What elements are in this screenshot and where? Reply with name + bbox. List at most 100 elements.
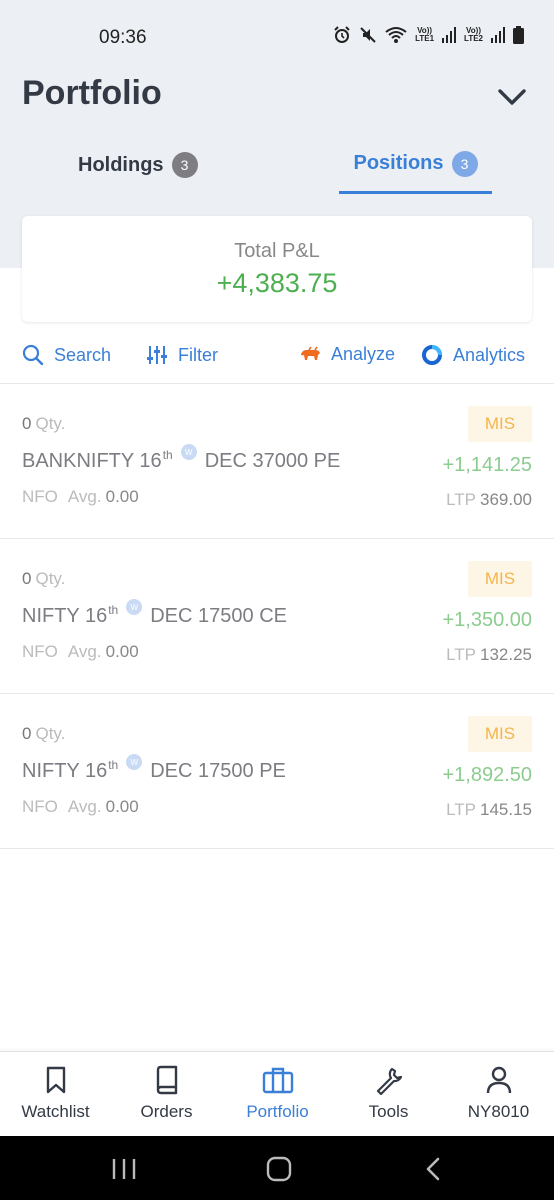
ltp-value: 369.00	[480, 490, 532, 509]
signal-bars-2	[491, 27, 505, 43]
ltp-label: LTP	[446, 490, 476, 509]
ltp-label: LTP	[446, 800, 476, 819]
search-button[interactable]: Search	[22, 344, 111, 366]
position-row[interactable]: 0 Qty. MIS NIFTY 16th W DEC 17500 PE +1,8…	[0, 694, 554, 849]
qty-unit: Qty.	[35, 569, 66, 588]
positions-toolbar: Search Filter Analyze Analytics	[0, 336, 554, 384]
alarm-icon	[334, 26, 350, 43]
position-symbol: NIFTY 16th W DEC 17500 PE	[22, 754, 286, 783]
wrench-icon	[376, 1067, 402, 1095]
lte2-signal-icon: Vo)) LTE2	[464, 26, 483, 43]
position-symbol: BANKNIFTY 16th W DEC 37000 PE	[22, 444, 341, 473]
bull-icon	[301, 346, 320, 360]
position-ltp: LTP 369.00	[446, 490, 532, 510]
filter-button[interactable]: Filter	[146, 344, 218, 366]
signal-bars-1	[442, 27, 457, 43]
bottom-nav: Watchlist Orders Portfolio Tools NY8010	[0, 1051, 554, 1136]
symbol-suffix: th	[108, 603, 119, 617]
back-icon[interactable]	[419, 1154, 449, 1184]
avg-label: Avg.	[67, 642, 102, 661]
avg-label: Avg.	[67, 487, 102, 506]
position-exchange-avg: NFO Avg. 0.00	[22, 487, 139, 507]
position-pnl: +1,350.00	[442, 609, 532, 631]
position-symbol: NIFTY 16th W DEC 17500 CE	[22, 599, 287, 628]
exchange: NFO	[22, 487, 58, 506]
symbol-suffix: th	[108, 758, 119, 772]
nav-tools-label: Tools	[368, 1102, 409, 1121]
product-badge: MIS	[468, 716, 532, 752]
page-title: Portfolio	[22, 74, 162, 112]
symbol-contract: DEC 17500 PE	[150, 760, 286, 782]
tab-positions[interactable]: Positions 3	[339, 136, 492, 194]
symbol-name: BANKNIFTY 16	[22, 450, 162, 472]
symbol-contract: DEC 17500 CE	[150, 605, 287, 627]
position-pnl: +1,141.25	[442, 454, 532, 476]
filter-icon	[147, 346, 167, 364]
nav-tools[interactable]: Tools	[333, 1052, 444, 1137]
avg-value: 0.00	[105, 797, 139, 816]
mute-icon	[360, 27, 376, 43]
symbol-suffix: th	[162, 448, 173, 462]
weekly-badge-icon: W	[180, 444, 197, 460]
avg-value: 0.00	[105, 642, 139, 661]
nav-account[interactable]: NY8010	[443, 1052, 554, 1137]
analytics-button[interactable]: Analytics	[421, 344, 525, 366]
symbol-name: NIFTY 16	[22, 605, 108, 627]
ltp-value: 132.25	[480, 645, 532, 664]
total-pnl-label: Total P&L	[234, 240, 320, 262]
qty-value: 0	[22, 569, 32, 588]
tab-positions-count: 3	[451, 150, 478, 177]
briefcase-icon	[262, 1067, 293, 1094]
tab-holdings-count: 3	[171, 152, 198, 178]
qty-unit: Qty.	[35, 414, 66, 433]
system-nav-bar	[0, 1136, 554, 1200]
analyze-label: Analyze	[331, 344, 396, 364]
tab-holdings[interactable]: Holdings 3	[78, 136, 198, 194]
analyze-button[interactable]: Analyze	[299, 344, 395, 365]
position-row[interactable]: 0 Qty. MIS NIFTY 16th W DEC 17500 CE +1,3…	[0, 539, 554, 694]
nav-orders[interactable]: Orders	[111, 1052, 222, 1137]
home-icon[interactable]	[264, 1154, 294, 1184]
analytics-icon	[422, 345, 442, 365]
search-label: Search	[54, 344, 112, 365]
total-pnl-value: +4,383.75	[216, 268, 338, 298]
symbol-name: NIFTY 16	[22, 760, 108, 782]
qty-value: 0	[22, 724, 32, 743]
avg-label: Avg.	[67, 797, 102, 816]
nav-watchlist[interactable]: Watchlist	[0, 1052, 111, 1137]
position-ltp: LTP 132.25	[446, 645, 532, 665]
weekly-badge-icon: W	[126, 754, 143, 770]
ltp-value: 145.15	[480, 800, 532, 819]
avg-value: 0.00	[105, 487, 139, 506]
exchange: NFO	[22, 797, 58, 816]
chevron-down-icon[interactable]	[497, 86, 527, 108]
status-time: 09:36	[99, 27, 147, 48]
nav-portfolio-label: Portfolio	[246, 1102, 309, 1121]
nav-orders-label: Orders	[140, 1102, 193, 1121]
filter-label: Filter	[178, 344, 218, 365]
position-row[interactable]: 0 Qty. MIS BANKNIFTY 16th W DEC 37000 PE …	[0, 384, 554, 539]
nav-portfolio[interactable]: Portfolio	[222, 1052, 333, 1137]
position-exchange-avg: NFO Avg. 0.00	[22, 642, 139, 662]
nav-watchlist-label: Watchlist	[21, 1102, 90, 1121]
position-qty: 0 Qty.	[22, 724, 65, 744]
qty-value: 0	[22, 414, 32, 433]
product-badge: MIS	[468, 561, 532, 597]
recent-apps-icon[interactable]	[109, 1154, 139, 1184]
symbol-contract: DEC 37000 PE	[204, 450, 341, 472]
position-exchange-avg: NFO Avg. 0.00	[22, 797, 139, 817]
position-qty: 0 Qty.	[22, 414, 65, 434]
book-icon	[156, 1065, 177, 1095]
position-ltp: LTP 145.15	[446, 800, 532, 820]
tab-positions-label: Positions	[353, 152, 444, 174]
qty-unit: Qty.	[35, 724, 66, 743]
tab-holdings-label: Holdings	[78, 153, 164, 176]
search-icon	[22, 344, 44, 366]
position-qty: 0 Qty.	[22, 569, 65, 589]
position-pnl: +1,892.50	[442, 764, 532, 786]
user-icon	[486, 1066, 511, 1094]
battery-icon	[513, 26, 524, 44]
status-icons: Vo)) LTE1 Vo)) LTE2	[333, 26, 524, 44]
wifi-icon	[385, 27, 407, 43]
ltp-label: LTP	[446, 645, 476, 664]
